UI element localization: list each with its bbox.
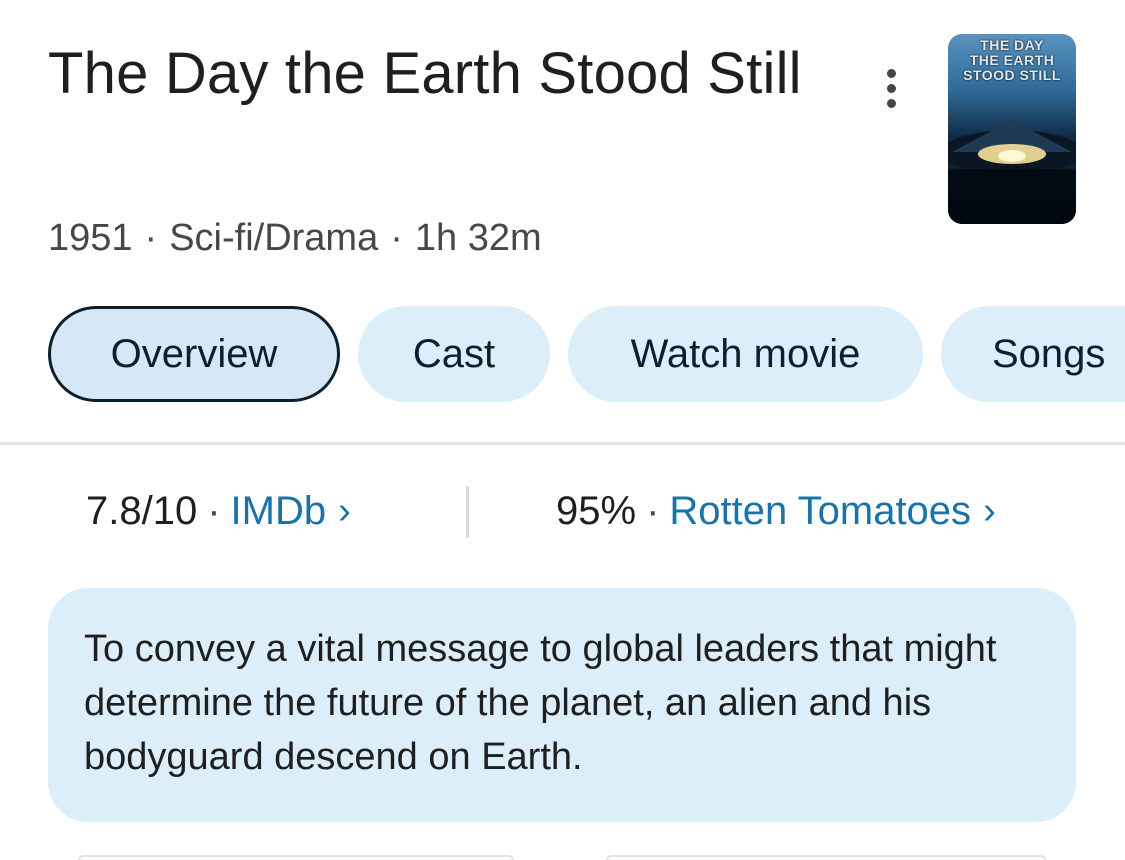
rotten-tomatoes-link[interactable]: Rotten Tomatoes <box>669 489 971 534</box>
tab-overview[interactable]: Overview <box>48 306 340 402</box>
vertical-dots-icon <box>886 68 896 78</box>
poster-text-line: THE EARTH <box>969 52 1055 68</box>
movie-runtime: 1h 32m <box>414 217 542 259</box>
tab-watch-movie[interactable]: Watch movie <box>568 306 923 402</box>
tab-bar: Overview Cast Watch movie Songs <box>48 306 1125 402</box>
movie-meta: 1951 · Sci-fi/Drama · 1h 32m <box>48 213 542 263</box>
poster-text-line: THE DAY <box>980 37 1044 53</box>
next-card-edge <box>606 855 1046 860</box>
chevron-right-icon: › <box>983 489 996 532</box>
movie-genre: Sci-fi/Drama <box>169 217 379 259</box>
imdb-score: 7.8/10 <box>86 488 198 533</box>
rating-divider <box>466 486 469 538</box>
movie-poster[interactable]: THE DAY THE EARTH STOOD STILL <box>948 34 1076 224</box>
imdb-link[interactable]: IMDb <box>231 489 327 534</box>
imdb-rating[interactable]: 7.8/10 · IMDb › <box>86 484 351 538</box>
next-card-edge <box>78 855 514 860</box>
chevron-right-icon: › <box>338 489 351 532</box>
tab-cast[interactable]: Cast <box>358 306 550 402</box>
rotten-tomatoes-rating[interactable]: 95% · Rotten Tomatoes › <box>556 484 996 538</box>
poster-text-line: STOOD STILL <box>963 67 1061 83</box>
vertical-dots-icon <box>886 83 896 93</box>
more-options-button[interactable] <box>866 60 916 116</box>
meta-separator: · <box>144 217 158 259</box>
meta-separator: · <box>390 217 403 259</box>
movie-title: The Day the Earth Stood Still <box>48 41 802 106</box>
poster-title-art: THE DAY THE EARTH STOOD STILL <box>948 38 1076 83</box>
rt-score: 95% <box>556 488 637 533</box>
movie-description: To convey a vital message to global lead… <box>48 588 1076 822</box>
movie-year: 1951 <box>48 217 133 259</box>
vertical-dots-icon <box>886 98 896 108</box>
rating-separator: · <box>207 488 221 533</box>
rating-separator: · <box>646 488 660 533</box>
tab-songs[interactable]: Songs <box>941 306 1125 402</box>
section-divider <box>0 442 1125 445</box>
